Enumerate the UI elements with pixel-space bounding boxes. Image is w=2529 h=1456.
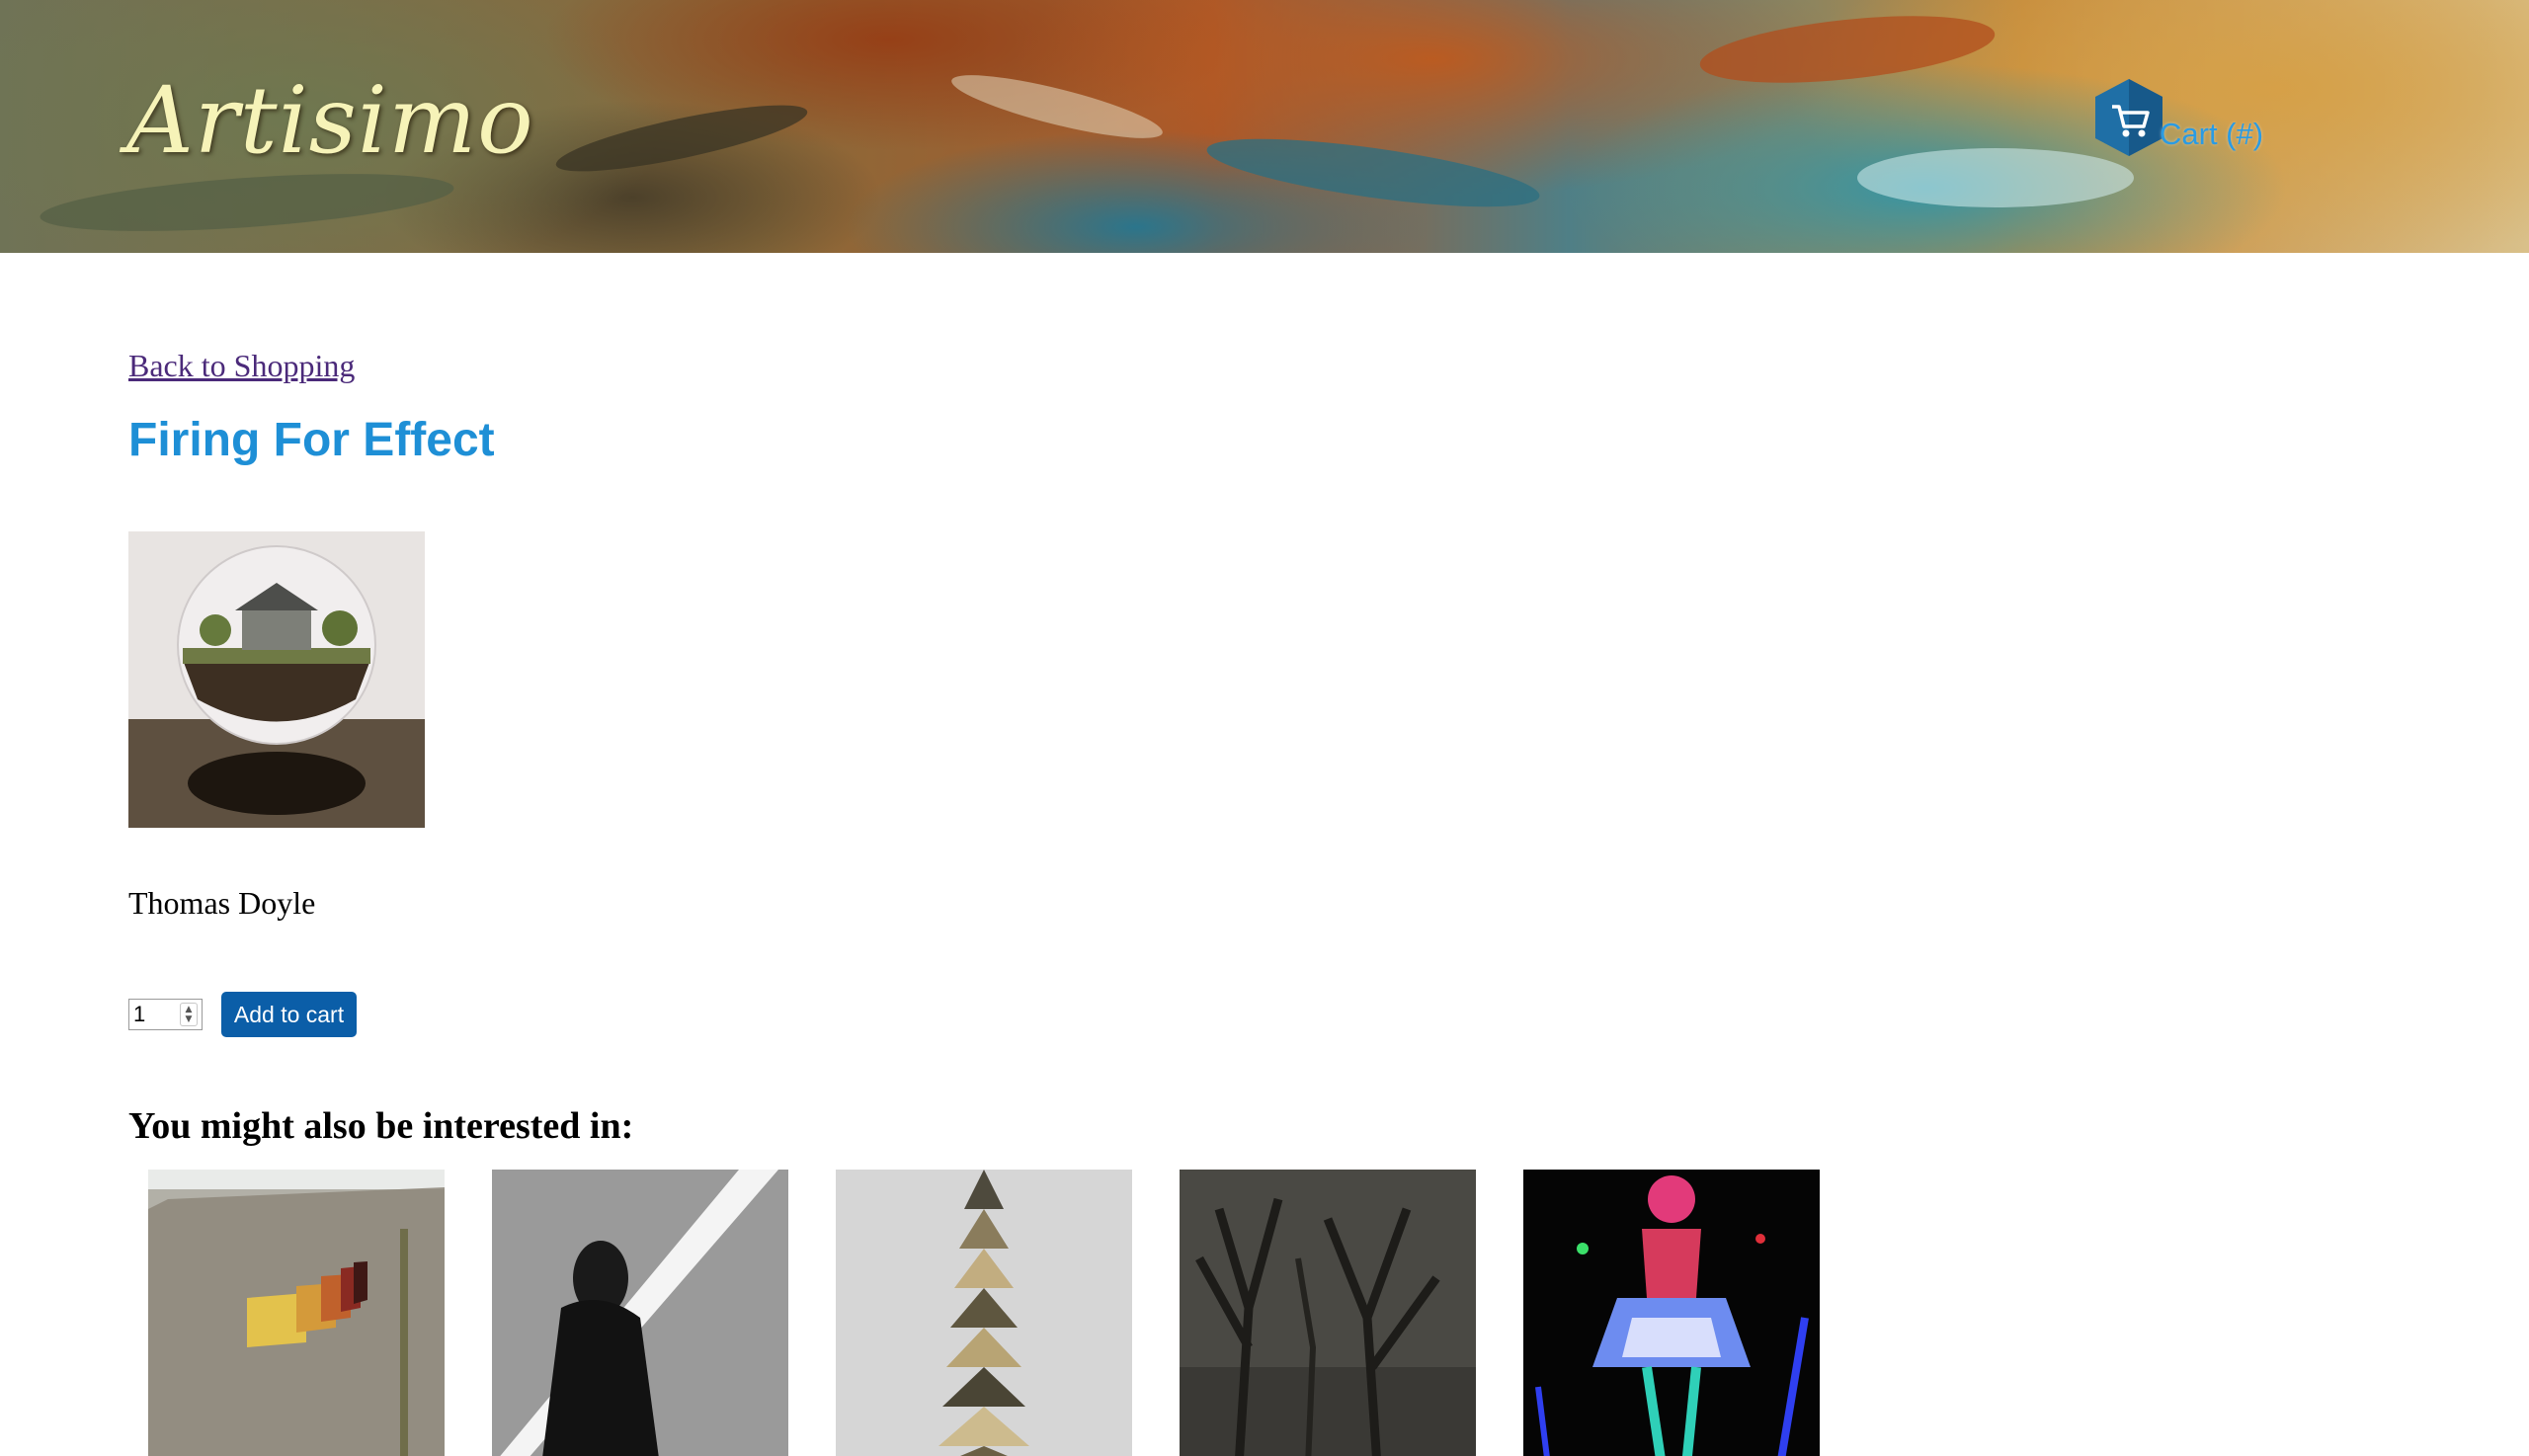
shopping-cart-hexagon-icon xyxy=(2095,79,2162,156)
banner-paint-streak xyxy=(1203,124,1543,221)
cart-label: Cart (#) xyxy=(2160,117,2264,151)
related-product-thumbnail[interactable] xyxy=(148,1170,445,1456)
related-product-thumbnail[interactable] xyxy=(1180,1170,1476,1456)
related-product-thumbnail[interactable] xyxy=(492,1170,788,1456)
banner-paint-streak xyxy=(38,163,456,242)
artist-name: Thomas Doyle xyxy=(128,885,316,921)
cart-link[interactable]: Cart (#) xyxy=(2092,77,2263,158)
quantity-stepper[interactable]: 1 ▲ ▼ xyxy=(128,999,203,1030)
site-logo[interactable]: Artisimo xyxy=(126,67,534,175)
product-image xyxy=(128,531,425,828)
banner-paint-streak xyxy=(551,92,812,185)
stepper-arrows-icon[interactable]: ▲ ▼ xyxy=(180,1003,198,1026)
header-banner: Artisimo Cart (#) xyxy=(0,0,2529,253)
add-to-cart-button[interactable]: Add to cart xyxy=(221,992,357,1037)
related-heading: You might also be interested in: xyxy=(128,1105,634,1147)
product-title: Firing For Effect xyxy=(128,414,495,466)
related-product-thumbnail[interactable] xyxy=(1523,1170,1820,1456)
banner-paint-streak xyxy=(946,62,1168,151)
back-to-shopping-link[interactable]: Back to Shopping xyxy=(128,348,355,384)
related-product-thumbnail[interactable] xyxy=(836,1170,1132,1456)
banner-paint-streak xyxy=(1696,4,1999,95)
quantity-value[interactable]: 1 xyxy=(129,1002,180,1027)
